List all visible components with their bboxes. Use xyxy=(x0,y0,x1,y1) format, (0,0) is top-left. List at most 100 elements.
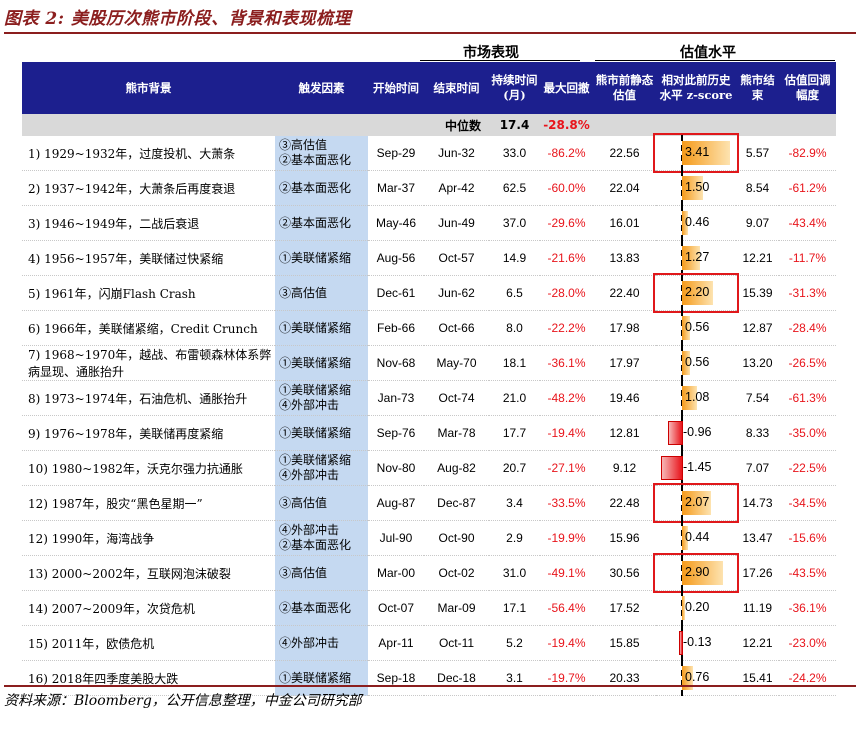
trigger-cell: ①美联储紧缩 xyxy=(275,345,368,381)
background-cell: 3) 1946~1949年，二战后衰退 xyxy=(22,205,275,241)
zscore-cell: -0.96 xyxy=(656,415,736,451)
end-cell: Mar-78 xyxy=(424,415,489,451)
end-cell: Oct-66 xyxy=(424,310,489,346)
end-cell: Jun-32 xyxy=(424,136,489,171)
zscore-cell: 1.50 xyxy=(656,170,736,206)
pe-change-cell: -28.4% xyxy=(779,310,836,346)
header-row: 熊市背景 触发因素 开始时间 结束时间 持续时间(月) 最大回撤 熊市前静态估值… xyxy=(22,62,836,114)
header-cell: 估值回调幅度 xyxy=(779,62,836,114)
drawdown-cell: -22.2% xyxy=(540,310,593,346)
trigger-cell: ③高估值 xyxy=(275,555,368,591)
highlight-box xyxy=(653,553,739,593)
zscore-bar xyxy=(660,456,683,480)
start-cell: Jul-90 xyxy=(368,520,424,556)
header-cell: 持续时间(月) xyxy=(489,62,540,114)
end-cell: May-70 xyxy=(424,345,489,381)
end-cell: Oct-11 xyxy=(424,625,489,661)
pe-change-cell: -11.7% xyxy=(779,240,836,276)
start-cell: Nov-80 xyxy=(368,450,424,486)
pe-end-cell: 14.73 xyxy=(736,485,779,521)
pe-before-cell: 15.96 xyxy=(593,520,656,556)
drawdown-cell: -21.6% xyxy=(540,240,593,276)
header-cell: 熊市结束 xyxy=(736,62,779,114)
trigger-label: ④外部冲击 xyxy=(279,398,340,412)
pe-end-cell: 13.20 xyxy=(736,345,779,381)
table-row: 13) 2000~2002年，互联网泡沫破裂 ③高估值 Mar-00 Oct-02 31… xyxy=(22,553,836,593)
median-label: 中位数 xyxy=(424,114,489,136)
duration-cell: 62.5 xyxy=(489,170,540,206)
group-underline-market xyxy=(420,60,580,61)
trigger-label: ②基本面恶化 xyxy=(279,600,352,615)
start-cell: Oct-07 xyxy=(368,590,424,626)
duration-cell: 18.1 xyxy=(489,345,540,381)
zscore-value: 0.46 xyxy=(685,215,710,229)
zscore-value: -0.13 xyxy=(683,635,712,649)
median-duration: 17.4 xyxy=(489,114,540,136)
drawdown-cell: -33.5% xyxy=(540,485,593,521)
trigger-cell: ①美联储紧缩 xyxy=(275,415,368,451)
trigger-label: ①美联储紧缩 xyxy=(279,355,352,370)
zscore-cell: 0.46 xyxy=(656,205,736,241)
median-drawdown: -28.8% xyxy=(540,114,593,136)
duration-cell: 31.0 xyxy=(489,555,540,591)
pe-change-cell: -61.2% xyxy=(779,170,836,206)
pe-before-cell: 17.98 xyxy=(593,310,656,346)
zscore-cell: 2.90 xyxy=(653,553,739,593)
background-cell: 14) 2007~2009年，次贷危机 xyxy=(22,590,275,626)
zscore-value: 0.44 xyxy=(685,530,710,544)
pe-end-cell: 12.87 xyxy=(736,310,779,346)
zscore-cell: -0.13 xyxy=(656,625,736,661)
header-cell: 相对此前历史水平 z-score xyxy=(656,62,736,114)
header-cell: 结束时间 xyxy=(424,62,489,114)
start-cell: Nov-68 xyxy=(368,345,424,381)
pe-before-cell: 16.01 xyxy=(593,205,656,241)
trigger-cell: ①美联储紧缩 ④外部冲击 xyxy=(275,450,368,486)
duration-cell: 5.2 xyxy=(489,625,540,661)
zscore-value: 0.20 xyxy=(685,600,710,614)
trigger-label: ③高估值 xyxy=(279,285,328,300)
start-cell: Apr-11 xyxy=(368,625,424,661)
duration-cell: 3.1 xyxy=(489,660,540,696)
trigger-cell: ③高估值 xyxy=(275,275,368,311)
end-cell: Jun-49 xyxy=(424,205,489,241)
pe-before-cell: 17.97 xyxy=(593,345,656,381)
pe-end-cell: 7.07 xyxy=(736,450,779,486)
pe-before-cell: 20.33 xyxy=(593,660,656,696)
zscore-cell: 2.07 xyxy=(653,483,739,523)
highlight-box xyxy=(653,273,739,313)
background-cell: 2) 1937~1942年，大萧条后再度衰退 xyxy=(22,170,275,206)
pe-change-cell: -22.5% xyxy=(779,450,836,486)
zscore-cell: 3.41 xyxy=(653,133,739,173)
zscore-value: -0.96 xyxy=(683,425,712,439)
group-header-market: 市场表现 xyxy=(463,45,519,61)
trigger-cell: ①美联储紧缩 ④外部冲击 xyxy=(275,380,368,416)
start-cell: Sep-76 xyxy=(368,415,424,451)
background-cell: 8) 1973~1974年，石油危机、通胀抬升 xyxy=(22,380,275,416)
trigger-label: ②基本面恶化 xyxy=(279,215,352,230)
pe-before-cell: 19.46 xyxy=(593,380,656,416)
background-cell: 15) 2011年，欧债危机 xyxy=(22,625,275,661)
duration-cell: 14.9 xyxy=(489,240,540,276)
trigger-label: ①美联储紧缩 xyxy=(279,670,352,685)
end-cell: Apr-42 xyxy=(424,170,489,206)
zscore-bar xyxy=(667,421,683,445)
zscore-cell: 2.20 xyxy=(653,273,739,313)
drawdown-cell: -49.1% xyxy=(540,555,593,591)
table-row: 12) 1987年，股灾“黑色星期一” ③高估值 Aug-87 Dec-87 3.4 -3… xyxy=(22,483,836,523)
pe-change-cell: -24.2% xyxy=(779,660,836,696)
zscore-cell: -1.45 xyxy=(656,450,736,486)
background-cell: 1) 1929~1932年，过度投机、大萧条 xyxy=(22,136,275,171)
start-cell: Mar-00 xyxy=(368,555,424,591)
trigger-label: ④外部冲击 xyxy=(279,468,340,482)
pe-before-cell: 15.85 xyxy=(593,625,656,661)
pe-before-cell: 13.83 xyxy=(593,240,656,276)
end-cell: Oct-02 xyxy=(424,555,489,591)
zscore-cell: 0.56 xyxy=(656,345,736,381)
end-cell: Oct-74 xyxy=(424,380,489,416)
background-cell: 5) 1961年，闪崩Flash Crash xyxy=(22,275,275,311)
table-row: 4) 1956~1957年，美联储过快紧缩 ①美联储紧缩 Aug-56 Oct-57 1… xyxy=(22,240,836,276)
table-row: 8) 1973~1974年，石油危机、通胀抬升 ①美联储紧缩 ④外部冲击 Jan-73… xyxy=(22,380,836,416)
duration-cell: 6.5 xyxy=(489,275,540,311)
bear-market-table: 熊市背景 触发因素 开始时间 结束时间 持续时间(月) 最大回撤 熊市前静态估值… xyxy=(22,62,836,696)
start-cell: Mar-37 xyxy=(368,170,424,206)
